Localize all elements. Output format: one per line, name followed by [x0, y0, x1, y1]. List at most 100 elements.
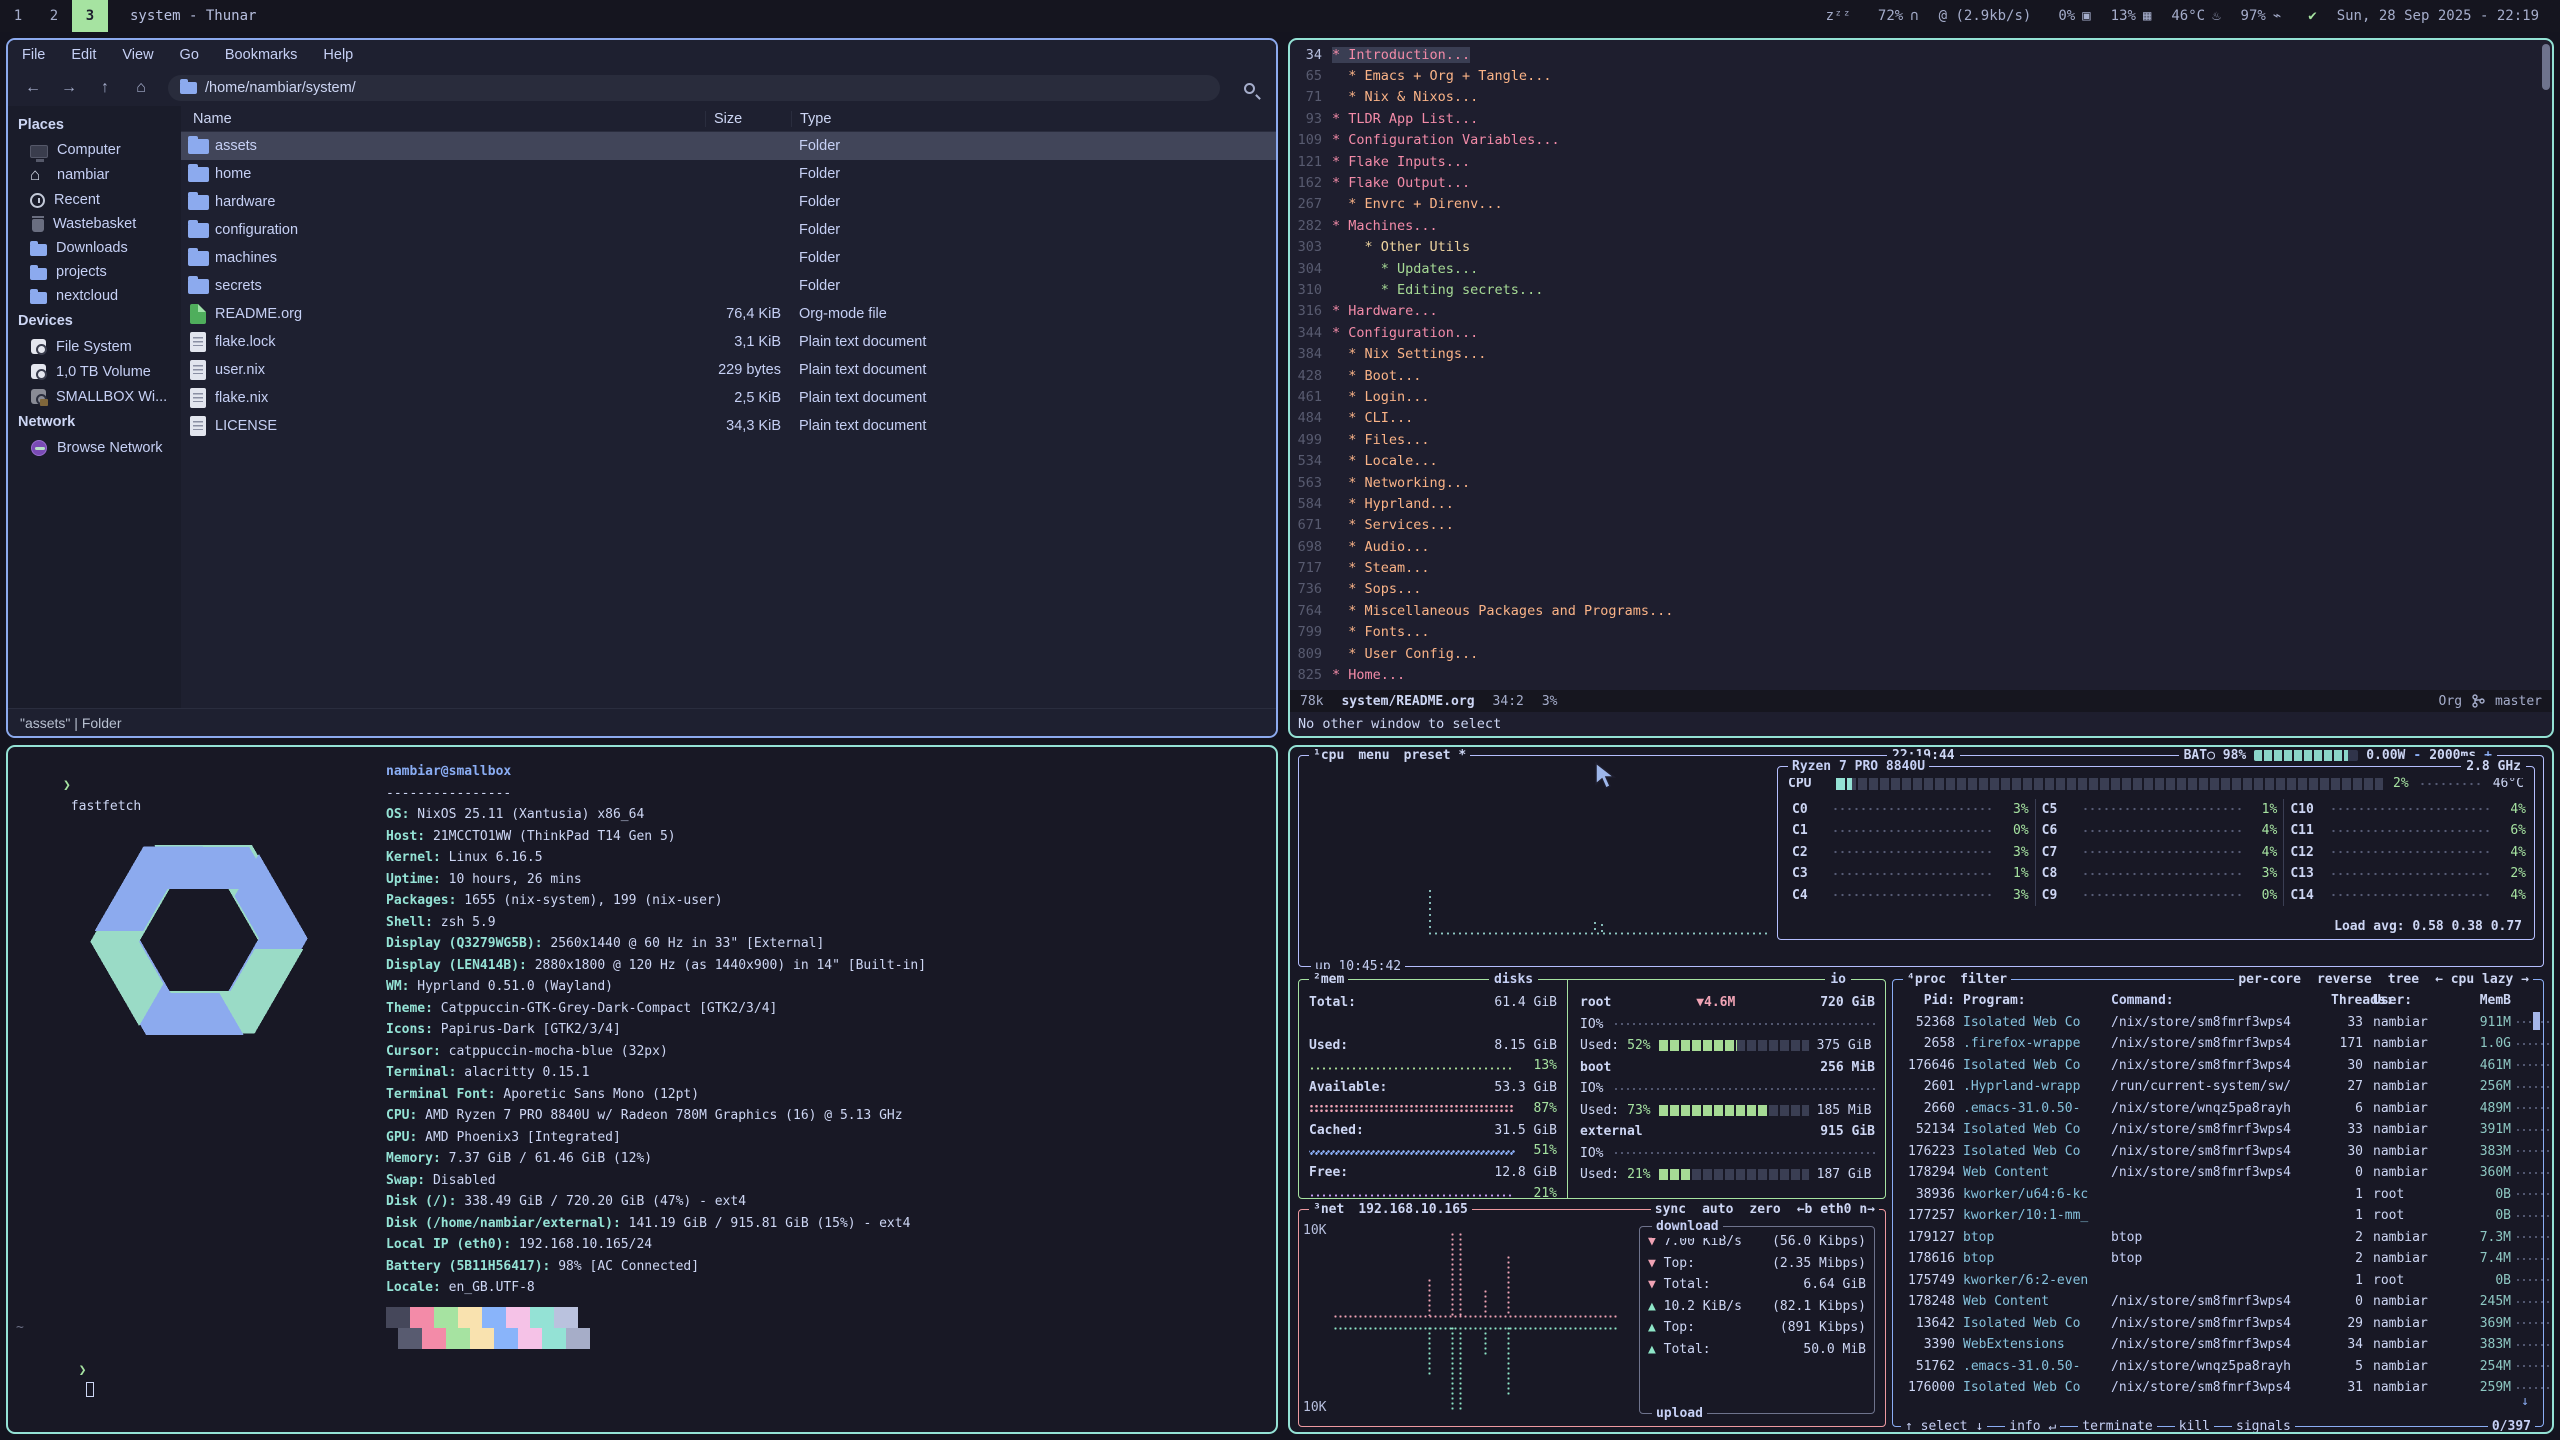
- file-row[interactable]: home Folder: [181, 160, 1276, 188]
- workspace-button[interactable]: 3: [72, 0, 108, 32]
- process-row[interactable]: 179127 btop btop 2 nambiar 7.3M 0.0: [1893, 1227, 2543, 1249]
- col-user[interactable]: User:: [2373, 990, 2459, 1012]
- proc-scrollbar[interactable]: [2533, 1012, 2540, 1030]
- process-row[interactable]: 13642 Isolated Web Co /nix/store/sm8fmrf…: [1893, 1313, 2543, 1335]
- net-option-button[interactable]: ←b eth0 n→: [1797, 1199, 1875, 1221]
- process-row[interactable]: 176646 Isolated Web Co /nix/store/sm8fmr…: [1893, 1055, 2543, 1077]
- network-speed-icon[interactable]: @ (2.9kb/s): [1939, 8, 2039, 24]
- path-bar[interactable]: /home/nambiar/system/: [168, 75, 1220, 101]
- menu-item[interactable]: Bookmarks: [225, 47, 298, 63]
- col-command[interactable]: Command:: [2111, 990, 2331, 1012]
- sidebar-device-item[interactable]: SMALLBOX Wi...: [8, 384, 181, 409]
- org-heading-line[interactable]: 34 * Introduction...: [1290, 44, 2540, 65]
- sidebar-place-item[interactable]: Wastebasket: [8, 212, 181, 236]
- cpu-usage-icon[interactable]: 0% ▣: [2058, 8, 2090, 24]
- file-row[interactable]: user.nix 229 bytes Plain text document: [181, 356, 1276, 384]
- workspace-button[interactable]: 2: [36, 0, 72, 32]
- org-heading-line[interactable]: 121 * Flake Inputs...: [1290, 151, 2540, 172]
- org-heading-line[interactable]: 563 * Networking...: [1290, 472, 2540, 493]
- org-buffer[interactable]: 34 * Introduction... 65 * Emacs + Org + …: [1290, 44, 2540, 707]
- sidebar-place-item[interactable]: Recent: [8, 188, 181, 212]
- org-heading-line[interactable]: 304 * Updates...: [1290, 258, 2540, 279]
- headphones-volume-icon[interactable]: 72% ∩: [1878, 8, 1919, 24]
- org-heading-line[interactable]: 384 * Nix Settings...: [1290, 343, 2540, 364]
- proc-option-button[interactable]: tree: [2388, 969, 2419, 991]
- proc-option-button[interactable]: per-core: [2238, 969, 2301, 991]
- sidebar-device-item[interactable]: 1,0 TB Volume: [8, 359, 181, 384]
- process-row[interactable]: 178294 Web Content /nix/store/sm8fmrf3wp…: [1893, 1162, 2543, 1184]
- home-button[interactable]: ⌂: [126, 75, 156, 101]
- forward-button[interactable]: →: [54, 75, 84, 101]
- menu-item[interactable]: Go: [180, 47, 199, 63]
- proc-footer-button[interactable]: ↑ select ↓: [1901, 1416, 1987, 1435]
- column-type[interactable]: Type: [791, 111, 1276, 127]
- proc-option-button[interactable]: ← cpu lazy →: [2435, 969, 2529, 991]
- org-heading-line[interactable]: 316 * Hardware...: [1290, 301, 2540, 322]
- cpu-panel-button[interactable]: menu: [1358, 745, 1389, 767]
- file-row[interactable]: flake.lock 3,1 KiB Plain text document: [181, 328, 1276, 356]
- process-row[interactable]: 176000 Isolated Web Co /nix/store/sm8fmr…: [1893, 1377, 2543, 1399]
- process-row[interactable]: 2601 .Hyprland-wrapp /run/current-system…: [1893, 1076, 2543, 1098]
- file-row[interactable]: README.org 76,4 KiB Org-mode file: [181, 300, 1276, 328]
- proc-footer-button[interactable]: terminate: [2078, 1416, 2156, 1435]
- proc-panel-button[interactable]: ⁴proc: [1907, 969, 1946, 991]
- org-heading-line[interactable]: 282 * Machines...: [1290, 215, 2540, 236]
- process-row[interactable]: 51762 .emacs-31.0.50- /nix/store/wnqz5pa…: [1893, 1356, 2543, 1378]
- org-heading-line[interactable]: 109 * Configuration Variables...: [1290, 130, 2540, 151]
- org-heading-line[interactable]: 584 * Hyprland...: [1290, 493, 2540, 514]
- org-heading-line[interactable]: 65 * Emacs + Org + Tangle...: [1290, 65, 2540, 86]
- proc-footer-button[interactable]: signals: [2232, 1416, 2295, 1435]
- org-heading-line[interactable]: 93 * TLDR App List...: [1290, 108, 2540, 129]
- interval-minus-button[interactable]: -: [2413, 745, 2421, 767]
- org-heading-line[interactable]: 310 * Editing secrets...: [1290, 279, 2540, 300]
- org-heading-line[interactable]: 799 * Fonts...: [1290, 622, 2540, 643]
- proc-footer-button[interactable]: kill: [2175, 1416, 2214, 1435]
- proc-footer-button[interactable]: info ↵: [2005, 1416, 2060, 1435]
- idle-inhibitor-icon[interactable]: zᶻᶻ: [1826, 8, 1858, 24]
- process-row[interactable]: 2658 .firefox-wrappe /nix/store/sm8fmrf3…: [1893, 1033, 2543, 1055]
- up-button[interactable]: ↑: [90, 75, 120, 101]
- menu-item[interactable]: Edit: [71, 47, 96, 63]
- org-heading-line[interactable]: 461 * Login...: [1290, 386, 2540, 407]
- col-program[interactable]: Program:: [1963, 990, 2111, 1012]
- process-row[interactable]: 3390 WebExtensions /nix/store/sm8fmrf3wp…: [1893, 1334, 2543, 1356]
- org-heading-line[interactable]: 162 * Flake Output...: [1290, 172, 2540, 193]
- org-heading-line[interactable]: 671 * Services...: [1290, 515, 2540, 536]
- org-heading-line[interactable]: 484 * CLI...: [1290, 408, 2540, 429]
- org-heading-line[interactable]: 534 * Locale...: [1290, 450, 2540, 471]
- file-row[interactable]: LICENSE 34,3 KiB Plain text document: [181, 412, 1276, 440]
- org-heading-line[interactable]: 809 * User Config...: [1290, 643, 2540, 664]
- memory-usage-icon[interactable]: 13% ▦: [2111, 8, 2152, 24]
- terminal-window[interactable]: ❯ fastfetch nambiar@smallbox -----------…: [6, 745, 1278, 1434]
- workspace-button[interactable]: 1: [0, 0, 36, 32]
- sidebar-place-item[interactable]: nambiar: [8, 162, 181, 188]
- updates-ok-icon[interactable]: ✔: [2301, 8, 2316, 24]
- org-heading-line[interactable]: 428 * Boot...: [1290, 365, 2540, 386]
- sidebar-place-item[interactable]: Downloads: [8, 236, 181, 260]
- process-row[interactable]: 178616 btop btop 2 nambiar 7.4M 0.0: [1893, 1248, 2543, 1270]
- column-size[interactable]: Size: [705, 111, 791, 127]
- org-heading-line[interactable]: 499 * Files...: [1290, 429, 2540, 450]
- file-row[interactable]: assets Folder: [181, 132, 1276, 160]
- sidebar-device-item[interactable]: File System: [8, 334, 181, 359]
- back-button[interactable]: ←: [18, 75, 48, 101]
- sidebar-place-item[interactable]: projects: [8, 260, 181, 284]
- org-heading-line[interactable]: 71 * Nix & Nixos...: [1290, 87, 2540, 108]
- file-row[interactable]: configuration Folder: [181, 216, 1276, 244]
- process-row[interactable]: 176223 Isolated Web Co /nix/store/sm8fmr…: [1893, 1141, 2543, 1163]
- search-button[interactable]: [1232, 75, 1266, 101]
- menu-item[interactable]: Help: [323, 47, 353, 63]
- process-row[interactable]: 177257 kworker/10:1-mm_ 1 root 0B 0.0: [1893, 1205, 2543, 1227]
- process-row[interactable]: 52134 Isolated Web Co /nix/store/sm8fmrf…: [1893, 1119, 2543, 1141]
- process-row[interactable]: 38936 kworker/u64:6-kc 1 root 0B 0.0: [1893, 1184, 2543, 1206]
- clock-date-icon[interactable]: Sun, 28 Sep 2025 - 22:19: [2337, 8, 2546, 24]
- file-row[interactable]: secrets Folder: [181, 272, 1276, 300]
- file-row[interactable]: machines Folder: [181, 244, 1276, 272]
- process-row[interactable]: 178248 Web Content /nix/store/sm8fmrf3wp…: [1893, 1291, 2543, 1313]
- cpu-panel-button[interactable]: ¹cpu: [1313, 745, 1344, 767]
- menu-item[interactable]: File: [22, 47, 45, 63]
- file-row[interactable]: hardware Folder: [181, 188, 1276, 216]
- battery-icon[interactable]: 97% ⌁: [2241, 8, 2282, 24]
- sidebar-place-item[interactable]: nextcloud: [8, 284, 181, 308]
- emacs-scrollbar[interactable]: [2542, 44, 2550, 90]
